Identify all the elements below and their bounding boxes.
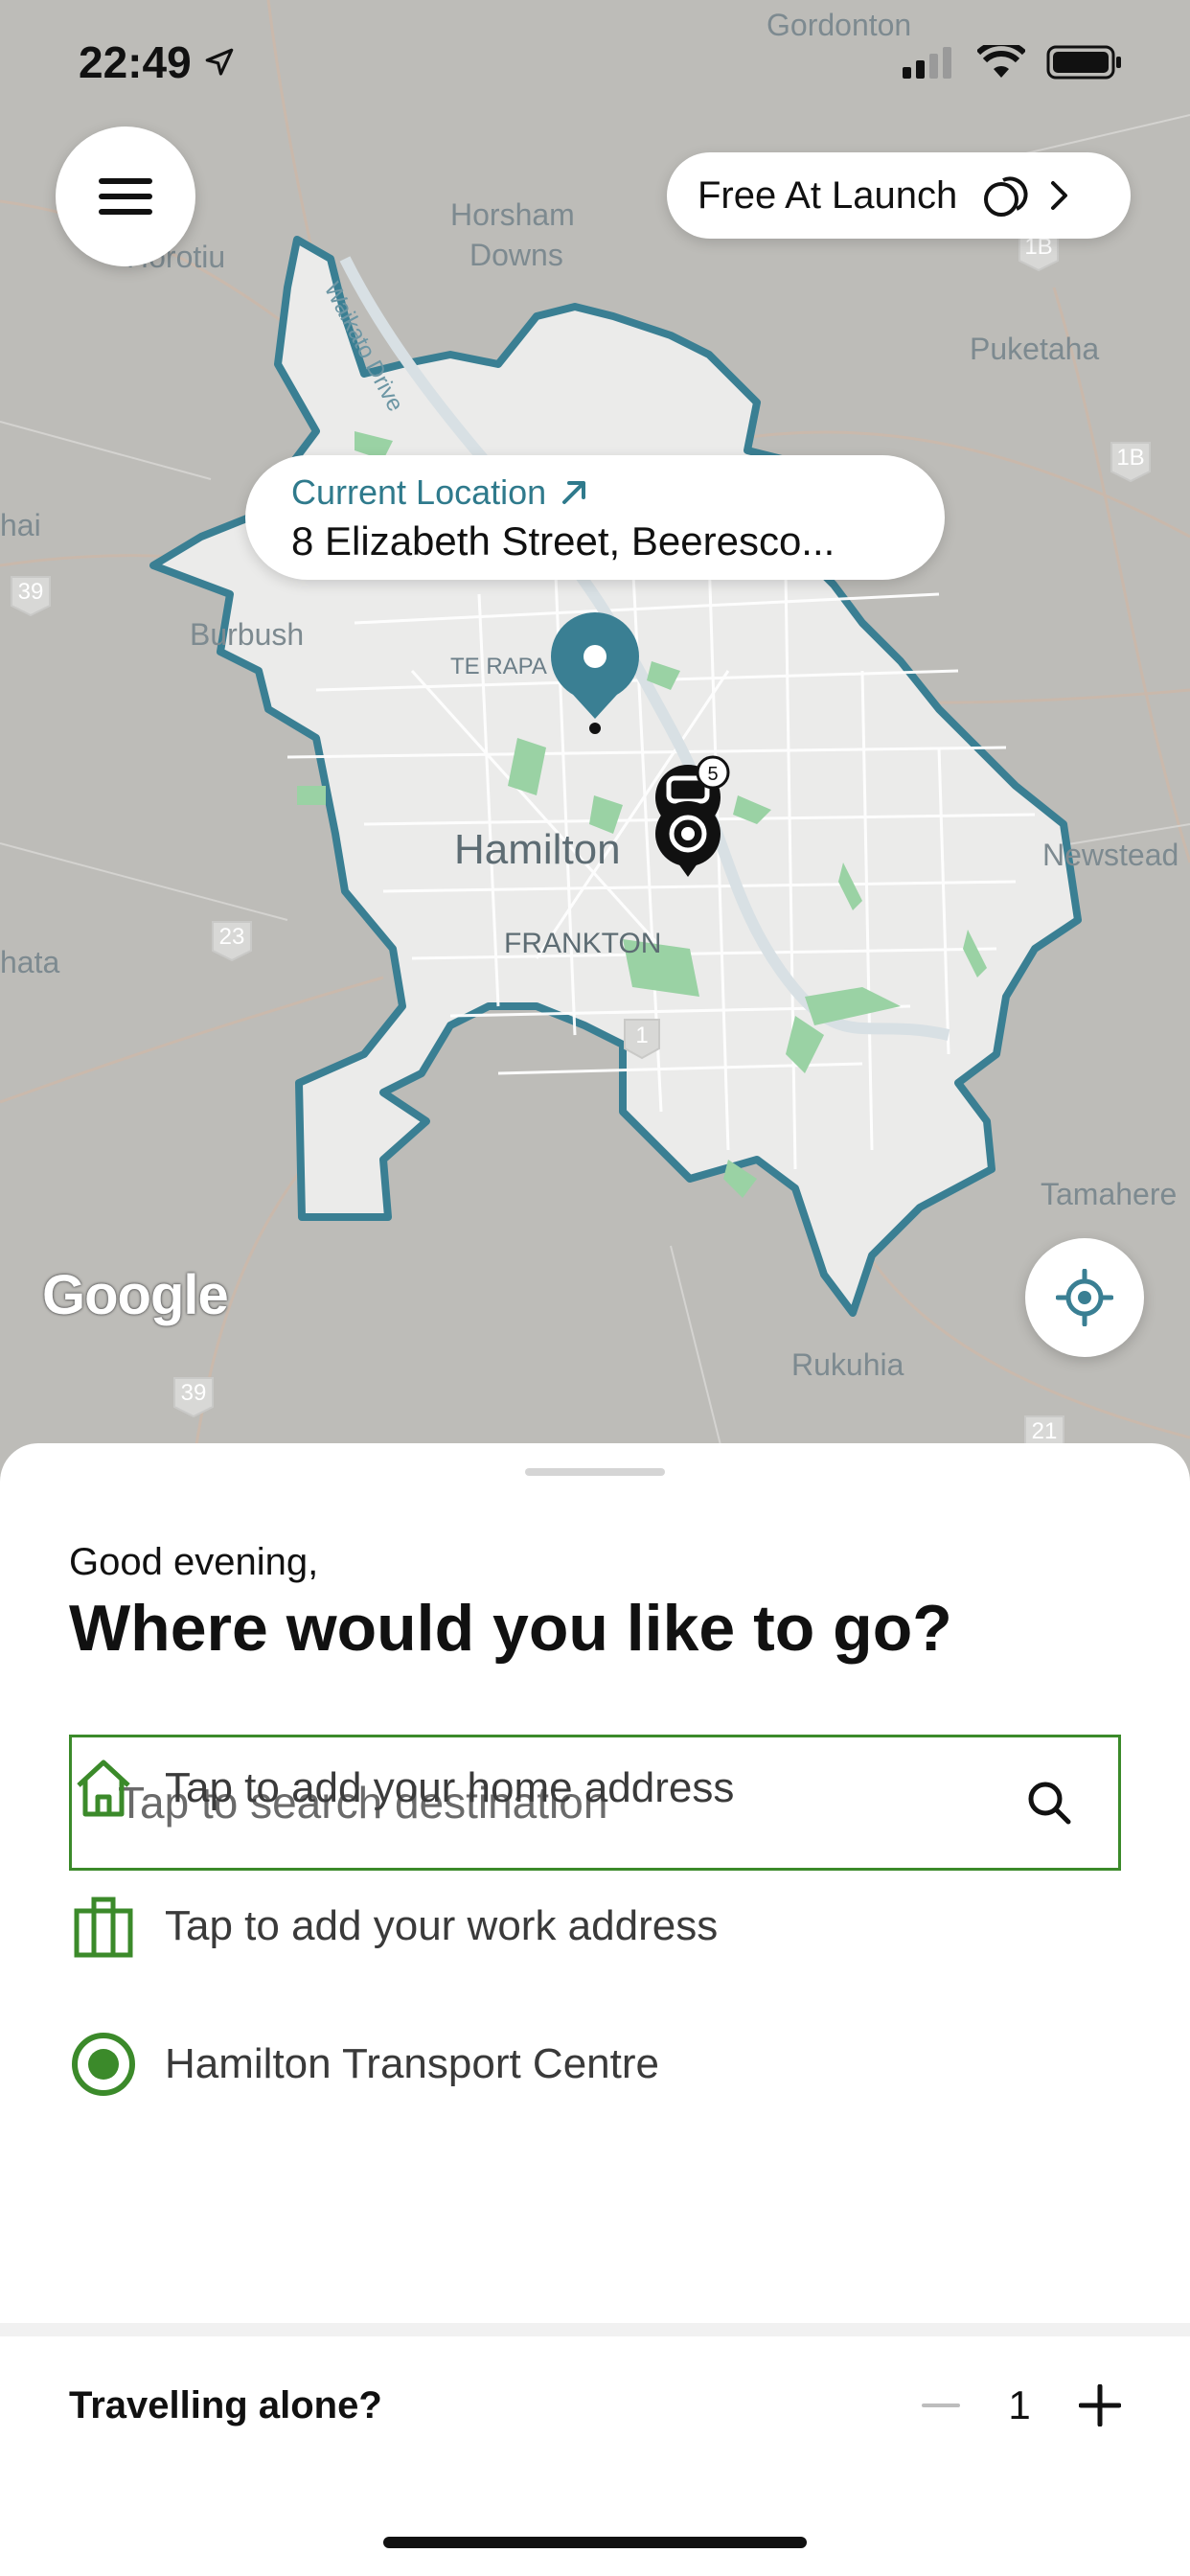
work-address-row[interactable]: Tap to add your work address bbox=[69, 1878, 1121, 1974]
section-divider bbox=[0, 2323, 1190, 2336]
map-label-hai: hai bbox=[0, 508, 41, 542]
status-bar-icons bbox=[901, 44, 1123, 80]
greeting-text: Good evening, bbox=[69, 1541, 319, 1583]
map-label-hamilton: Hamilton bbox=[454, 826, 621, 873]
promo-button[interactable]: Free At Launch bbox=[667, 152, 1131, 239]
chevron-right-icon bbox=[1051, 181, 1068, 210]
menu-button[interactable] bbox=[56, 126, 195, 266]
home-indicator[interactable] bbox=[383, 2537, 807, 2548]
map-label-burbush: Burbush bbox=[190, 617, 305, 652]
map-label-te-rapa: TE RAPA bbox=[450, 654, 547, 679]
map-label-puketaha: Puketaha bbox=[970, 332, 1100, 366]
work-address-label: Tap to add your work address bbox=[165, 1902, 719, 1949]
recenter-location-button[interactable] bbox=[1025, 1238, 1144, 1357]
clock: 22:49 bbox=[79, 37, 192, 87]
map-label-gordonton: Gordonton bbox=[767, 8, 912, 42]
destination-headline: Where would you like to go? bbox=[69, 1592, 952, 1665]
cellular-signal-icon bbox=[903, 47, 951, 79]
briefcase-icon bbox=[74, 1897, 133, 1958]
wifi-icon bbox=[977, 45, 1025, 78]
road-shield-label: 1B bbox=[1116, 445, 1144, 471]
road-shield-label: 39 bbox=[18, 579, 44, 605]
sheet-drag-handle[interactable] bbox=[525, 1468, 665, 1476]
road-shield-label: 39 bbox=[181, 1380, 207, 1406]
map-label-rukuhia: Rukuhia bbox=[791, 1347, 904, 1382]
plus-icon[interactable] bbox=[1079, 2384, 1121, 2426]
saved-place-label: Hamilton Transport Centre bbox=[165, 2040, 659, 2087]
hamburger-menu-icon bbox=[99, 178, 152, 215]
stop-target-icon bbox=[72, 2033, 135, 2096]
crosshair-locate-icon bbox=[1056, 1269, 1113, 1326]
map-label-newstead: Newstead bbox=[1042, 838, 1179, 872]
arrow-up-right-icon bbox=[562, 481, 586, 504]
home-address-label: Tap to add your home address bbox=[165, 1764, 735, 1811]
road-shield-label: 23 bbox=[219, 924, 245, 950]
google-attribution: Google bbox=[42, 1264, 229, 1326]
vehicle-count-badge: 5 bbox=[707, 764, 718, 785]
promo-label: Free At Launch bbox=[698, 173, 958, 217]
battery-icon bbox=[1046, 45, 1121, 80]
map-label-hata: hata bbox=[0, 945, 60, 979]
home-address-row[interactable]: Tap to add your home address bbox=[69, 1740, 1121, 1836]
passenger-stepper: 1 bbox=[922, 2382, 1121, 2428]
map-label-tamahere: Tamahere bbox=[1041, 1177, 1178, 1211]
current-location-bubble[interactable]: Current Location 8 Elizabeth Street, Bee… bbox=[245, 455, 945, 580]
road-shield-label: 1 bbox=[635, 1023, 648, 1048]
home-icon bbox=[77, 1760, 130, 1817]
minus-icon[interactable] bbox=[922, 2386, 960, 2425]
status-bar-time: 22:49 bbox=[79, 36, 236, 88]
coins-icon bbox=[984, 176, 1028, 217]
map-label-horsham: Horsham bbox=[450, 197, 575, 232]
current-location-address: 8 Elizabeth Street, Beeresco... bbox=[291, 518, 835, 564]
travelling-alone-label: Travelling alone? bbox=[69, 2383, 382, 2426]
passenger-count: 1 bbox=[1008, 2382, 1031, 2427]
current-location-title: Current Location bbox=[291, 472, 547, 512]
map-label-frankton: FRANKTON bbox=[504, 928, 662, 959]
saved-place-row[interactable]: Hamilton Transport Centre bbox=[69, 2016, 1121, 2112]
map-label-downs: Downs bbox=[469, 238, 563, 272]
road-shield-label: 21 bbox=[1032, 1418, 1058, 1444]
passenger-count-row: Travelling alone? 1 bbox=[69, 2367, 1121, 2444]
location-arrow-icon bbox=[205, 48, 233, 76]
